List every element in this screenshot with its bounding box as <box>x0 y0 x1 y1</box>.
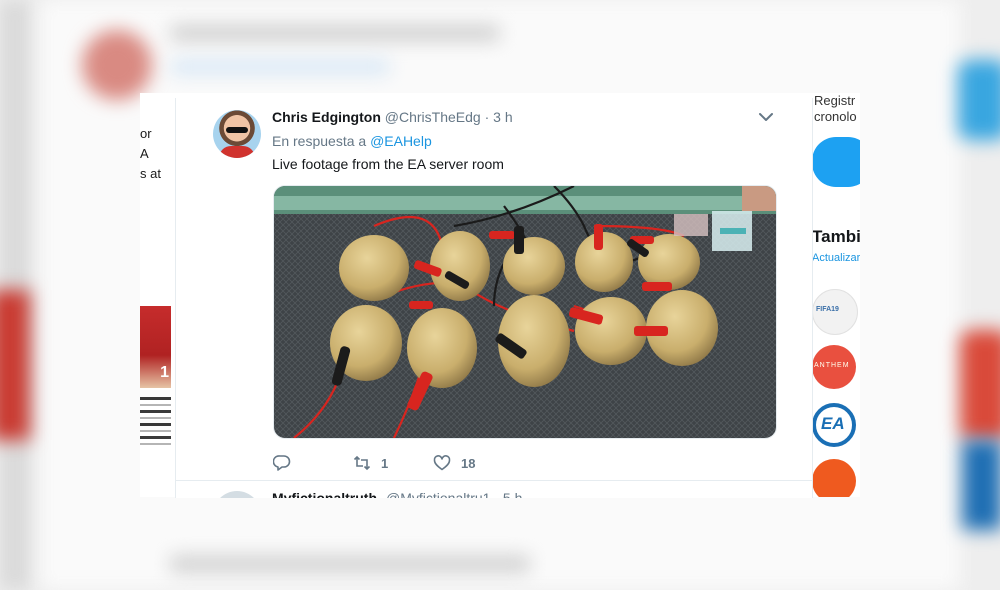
retweet-icon <box>353 455 371 471</box>
left-text-line: or <box>140 126 152 141</box>
tweet-header: Chris Edgington @ChrisTheEdg · 3 h <box>272 109 513 125</box>
avatar[interactable] <box>213 110 261 158</box>
blurred-button <box>958 60 1000 140</box>
like-icon <box>433 455 451 471</box>
tweet-media-image[interactable] <box>273 185 777 439</box>
like-button[interactable]: 18 <box>433 452 475 474</box>
fifa-logo[interactable]: FIFA19 <box>812 289 858 335</box>
blurred-avatar <box>82 30 152 100</box>
tweet-actions: 1 18 <box>273 452 573 474</box>
next-tweet[interactable]: Myfictionaltruth @Myfictionaltru1 · 5 h <box>176 480 812 498</box>
sidebar-text: cronolo <box>814 109 857 124</box>
blurred-logo <box>962 440 1000 530</box>
author-name[interactable]: Chris Edgington <box>272 109 381 125</box>
blurred-image <box>0 290 30 440</box>
sidebar-heading: Tambi <box>812 227 860 246</box>
reply-mention-link[interactable]: @EAHelp <box>370 133 432 149</box>
reply-button[interactable] <box>273 452 291 474</box>
reply-context: En respuesta a @EAHelp <box>272 133 432 149</box>
reply-prefix: En respuesta a <box>272 133 367 149</box>
blurred-text <box>170 25 500 41</box>
reply-icon <box>273 455 291 471</box>
tweet-text: Live footage from the EA server room <box>272 156 504 172</box>
author-handle[interactable]: @ChrisTheEdg <box>385 109 481 125</box>
refresh-link[interactable]: Actualizar <box>812 252 860 264</box>
potato-battery-photo <box>274 186 776 438</box>
chevron-down-icon[interactable] <box>757 108 775 126</box>
ea-logo[interactable]: EA <box>812 403 856 447</box>
anthem-logo[interactable]: ANTHEM <box>812 345 856 389</box>
blurred-logo <box>960 330 1000 440</box>
avatar[interactable] <box>213 491 261 498</box>
follow-button[interactable] <box>812 137 860 187</box>
blurred-text <box>170 555 530 573</box>
tweet-card[interactable]: Chris Edgington @ChrisTheEdg · 3 h En re… <box>175 98 813 498</box>
thumbnail-badge: 1 <box>160 364 169 381</box>
blurred-text <box>170 60 390 74</box>
author-name[interactable]: Myfictionaltruth <box>272 490 377 498</box>
origin-logo[interactable] <box>812 459 856 497</box>
left-column: or A s at 1 <box>140 93 173 497</box>
left-text-line: A <box>140 146 149 161</box>
left-text-line: s at <box>140 166 161 181</box>
separator: · <box>484 109 490 125</box>
left-thumbnail[interactable]: 1 <box>140 306 171 388</box>
timestamp[interactable]: 3 h <box>493 109 512 125</box>
retweet-button[interactable]: 1 <box>353 452 388 474</box>
author-handle[interactable]: @Myfictionaltru1 · 5 h <box>386 490 522 498</box>
right-sidebar: Registr cronolo Tambi Actualizar FIFA19 … <box>812 93 860 497</box>
left-thumbnail-lines <box>140 393 171 473</box>
sidebar-text: Registr <box>814 93 856 108</box>
like-count: 18 <box>461 455 476 471</box>
retweet-count: 1 <box>381 455 389 471</box>
